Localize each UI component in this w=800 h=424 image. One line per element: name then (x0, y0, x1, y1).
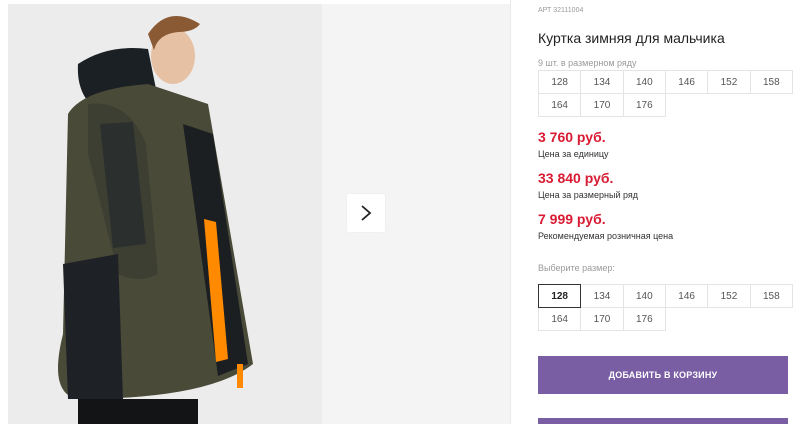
size-row-note: 9 шт. в размерном ряду (538, 58, 637, 68)
unit-price: 3 760 руб. (538, 129, 606, 145)
size-row-cell: 164 (538, 93, 582, 117)
size-row-cell: 158 (749, 70, 793, 94)
size-option-152[interactable]: 152 (707, 284, 751, 308)
product-sku: АРТ 32111004 (538, 7, 584, 14)
retail-price: 7 999 руб. (538, 211, 606, 227)
size-selector: 128 134 140 146 152 158 164 170 176 (538, 284, 793, 331)
size-row-cell: 152 (707, 70, 751, 94)
row-price-label: Цена за размерный ряд (538, 190, 639, 200)
next-image-button[interactable] (347, 194, 385, 232)
size-row-grid: 128 134 140 146 152 158 164 170 176 (538, 70, 793, 117)
divider (510, 0, 511, 424)
size-option-164[interactable]: 164 (538, 307, 582, 331)
size-option-170[interactable]: 170 (580, 307, 624, 331)
size-option-158[interactable]: 158 (749, 284, 793, 308)
size-option-146[interactable]: 146 (664, 284, 709, 308)
row-price: 33 840 руб. (538, 170, 614, 186)
retail-price-label: Рекомендуемая розничная цена (538, 231, 674, 241)
size-option-176[interactable]: 176 (622, 307, 666, 331)
product-photo-illustration (8, 4, 322, 424)
add-to-cart-button[interactable]: ДОБАВИТЬ В КОРЗИНУ (538, 356, 788, 394)
size-row-cell: 146 (664, 70, 709, 94)
size-option-140[interactable]: 140 (622, 284, 666, 308)
product-title: Куртка зимняя для мальчика (538, 30, 725, 46)
size-select-label: Выберите размер: (538, 263, 615, 273)
product-photo (8, 4, 322, 424)
product-gallery (0, 0, 510, 424)
product-info: АРТ 32111004 Куртка зимняя для мальчика … (538, 0, 793, 424)
chevron-right-icon (361, 205, 372, 221)
size-row-cell: 140 (622, 70, 666, 94)
size-option-134[interactable]: 134 (580, 284, 624, 308)
size-row-cell: 134 (580, 70, 624, 94)
size-row-cell: 128 (538, 70, 582, 94)
size-row-cell: 176 (622, 93, 666, 117)
size-option-128[interactable]: 128 (538, 284, 582, 308)
size-row-cell: 170 (580, 93, 624, 117)
unit-price-label: Цена за единицу (538, 149, 609, 159)
secondary-action-button[interactable] (538, 418, 788, 424)
